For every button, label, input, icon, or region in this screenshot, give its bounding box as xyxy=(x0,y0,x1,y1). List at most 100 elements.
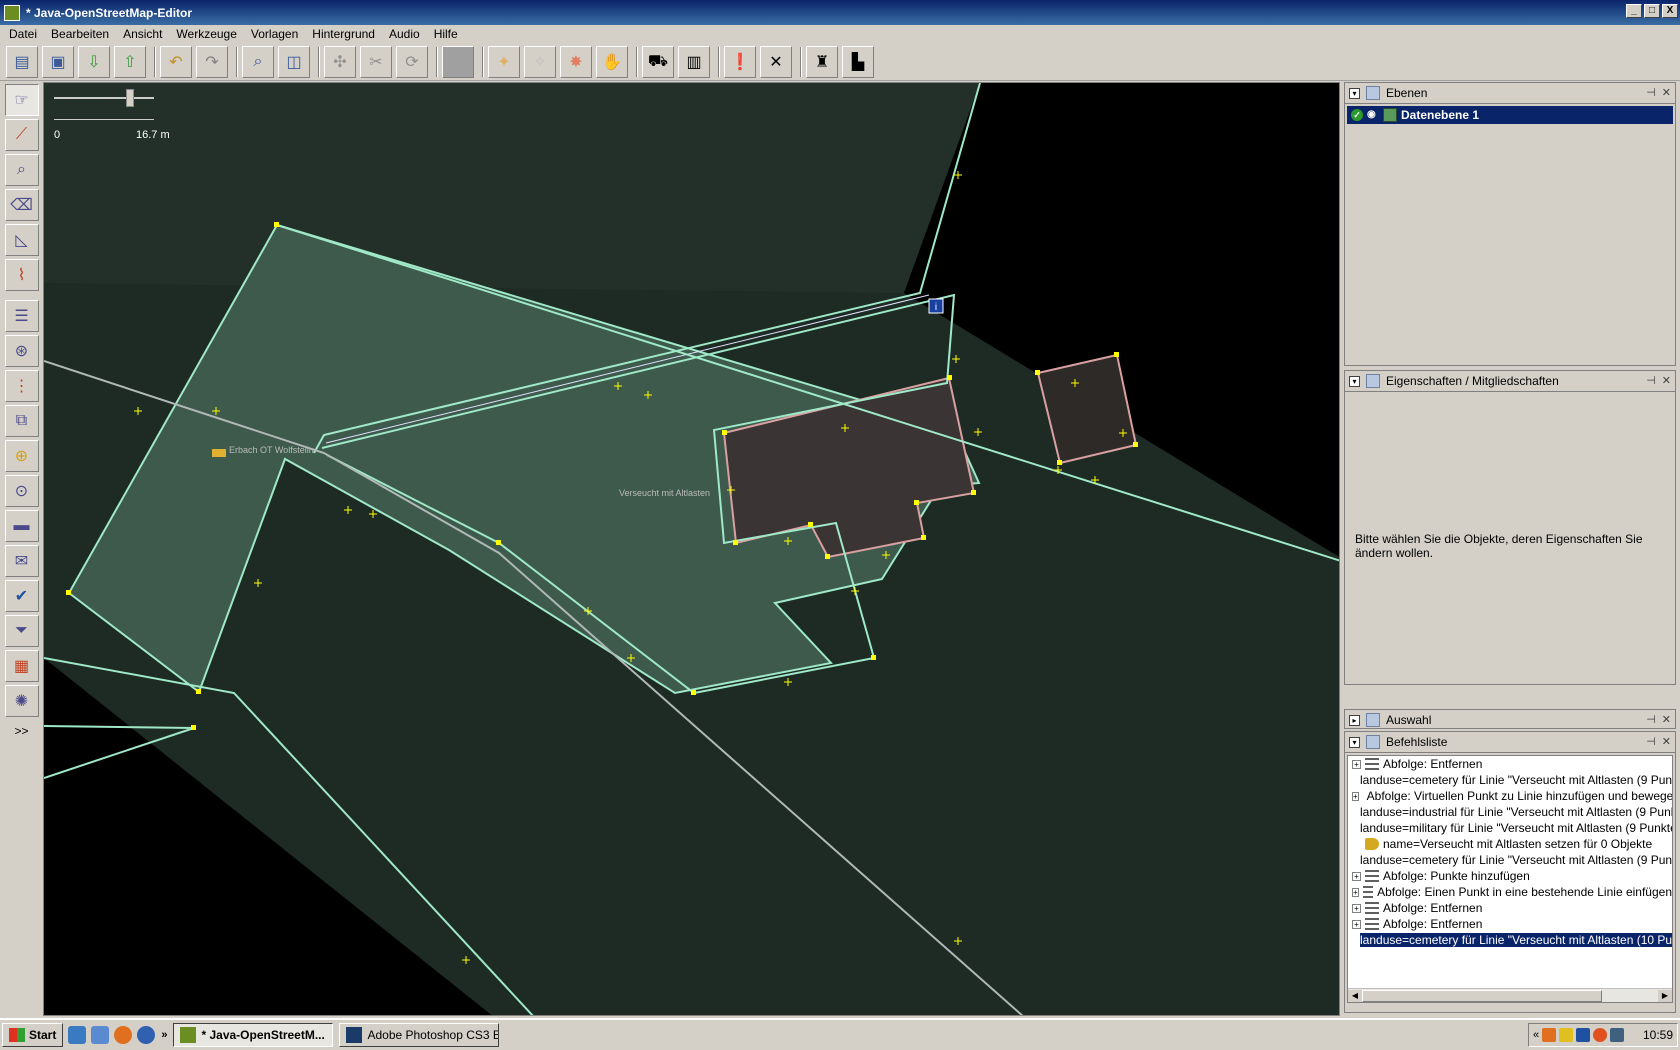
draw-icon[interactable]: ⟋ xyxy=(4,119,39,151)
delete-icon[interactable]: ⌫ xyxy=(4,189,39,221)
select-icon[interactable]: ☞ xyxy=(4,84,39,116)
expand-icon[interactable]: + xyxy=(1352,871,1361,881)
shield-icon[interactable] xyxy=(1559,1028,1574,1042)
command-row[interactable]: + Abfolge: Entfernen xyxy=(1348,756,1672,772)
history-icon[interactable]: ⊕ xyxy=(4,440,39,472)
tray-more[interactable]: « xyxy=(1533,1029,1539,1041)
cross-icon[interactable]: ✕ xyxy=(760,45,792,78)
save-icon[interactable]: ▣ xyxy=(42,45,74,78)
menu-vorlagen[interactable]: Vorlagen xyxy=(244,27,305,41)
scale-slider[interactable]: 0 16.7 m xyxy=(54,89,174,141)
map-view[interactable]: i 0 16.7 m Erbach OT Wolfsteiin Verseuch… xyxy=(43,82,1340,1016)
map-node[interactable] xyxy=(191,725,196,730)
quicklaunch-more[interactable]: » xyxy=(161,1029,167,1041)
map-node[interactable] xyxy=(733,540,738,545)
command-row[interactable]: + Abfolge: Entfernen xyxy=(1348,900,1672,916)
redo-icon[interactable]: ↷ xyxy=(196,45,228,78)
properties-panel-header[interactable]: ▾ Eigenschaften / Mitgliedschaften ⊣ ✕ xyxy=(1345,371,1675,391)
command-row[interactable]: + Abfolge: Virtuellen Punkt zu Linie hinz… xyxy=(1348,788,1672,804)
factory-icon[interactable]: ▙ xyxy=(842,45,874,78)
update-icon[interactable] xyxy=(1593,1028,1608,1042)
landuse-area-dark[interactable] xyxy=(44,83,980,293)
palette-icon[interactable]: ✺ xyxy=(4,685,39,717)
firefox-icon[interactable] xyxy=(114,1026,133,1044)
improve-way-icon[interactable]: ⌇ xyxy=(4,259,39,291)
task-josm[interactable]: * Java-OpenStreetM... xyxy=(173,1023,334,1047)
map-node[interactable] xyxy=(66,590,71,595)
pin-icon[interactable]: ⊣ xyxy=(1646,713,1656,726)
map-node[interactable] xyxy=(1114,352,1119,357)
scroll-thumb[interactable] xyxy=(1362,990,1602,1002)
map-node[interactable] xyxy=(1133,442,1138,447)
layer-item[interactable]: ✓ ◉ Datenebene 1 xyxy=(1347,106,1673,124)
more-tools-button[interactable]: >> xyxy=(14,724,28,738)
expand-icon[interactable]: + xyxy=(1352,903,1361,913)
menu-werkzeuge[interactable]: Werkzeuge xyxy=(169,27,243,41)
map-node[interactable] xyxy=(196,689,201,694)
message-icon[interactable]: ✉ xyxy=(4,545,39,577)
undo-icon[interactable]: ↶ xyxy=(160,45,192,78)
network-icon[interactable] xyxy=(1610,1028,1625,1042)
map-node[interactable] xyxy=(808,522,813,527)
visibility-eye-icon[interactable]: ◉ xyxy=(1367,110,1379,120)
map-node[interactable] xyxy=(921,535,926,540)
close-button[interactable]: X xyxy=(1662,4,1678,18)
tray-app-icon[interactable] xyxy=(1542,1028,1557,1042)
node-icon[interactable]: ✦ xyxy=(488,45,520,78)
scroll-right-icon[interactable]: ▶ xyxy=(1658,990,1672,1002)
ie-icon[interactable] xyxy=(68,1026,87,1044)
tag-icon[interactable]: ⊛ xyxy=(4,335,39,367)
command-row[interactable]: + Abfolge: Einen Punkt in eine bestehende… xyxy=(1348,884,1672,900)
validate-icon[interactable]: ✔ xyxy=(4,580,39,612)
split-way-icon[interactable]: ✂ xyxy=(360,45,392,78)
task-photoshop[interactable]: Adobe Photoshop CS3 E... xyxy=(339,1023,500,1047)
selection-list-icon[interactable]: ⋮ xyxy=(4,370,39,402)
collapse-toggle[interactable]: ▾ xyxy=(1349,87,1360,99)
map-node[interactable] xyxy=(871,655,876,660)
refresh-icon[interactable]: ⟳ xyxy=(396,45,428,78)
zone-icon[interactable] xyxy=(1576,1028,1591,1042)
zoom-slider-thumb[interactable] xyxy=(126,89,134,107)
delete-icon[interactable]: ✸ xyxy=(560,45,592,78)
car-icon[interactable]: ⛟ xyxy=(642,45,674,78)
expand-icon[interactable]: + xyxy=(1352,759,1361,769)
command-row[interactable]: landuse=cemetery für Linie "Verseucht mi… xyxy=(1348,932,1672,948)
close-icon[interactable]: ✕ xyxy=(1662,735,1671,748)
map-node[interactable] xyxy=(691,690,696,695)
map-node[interactable] xyxy=(914,500,919,505)
command-row[interactable]: + Abfolge: Punkte hinzufügen xyxy=(1348,868,1672,884)
close-icon[interactable]: ✕ xyxy=(1662,374,1671,387)
browser-icon[interactable] xyxy=(137,1026,156,1044)
command-row[interactable]: landuse=cemetery für Linie "Verseucht mi… xyxy=(1348,852,1672,868)
close-icon[interactable]: ✕ xyxy=(1662,86,1671,99)
download-icon[interactable]: ⇩ xyxy=(78,45,110,78)
pin-icon[interactable]: ⊣ xyxy=(1646,374,1656,387)
collapse-toggle[interactable]: ▾ xyxy=(1349,375,1360,387)
expand-icon[interactable]: + xyxy=(1352,791,1359,801)
hand-icon[interactable]: ✋ xyxy=(596,45,628,78)
close-icon[interactable]: ✕ xyxy=(1662,713,1671,726)
command-list-panel-header[interactable]: ▾ Befehlsliste ⊣ ✕ xyxy=(1345,732,1675,752)
map-node[interactable] xyxy=(496,540,501,545)
menu-hilfe[interactable]: Hilfe xyxy=(427,27,465,41)
map-node[interactable] xyxy=(971,490,976,495)
upload-icon[interactable]: ⇧ xyxy=(114,45,146,78)
warning-icon[interactable]: ❗ xyxy=(724,45,756,78)
conflict-icon[interactable]: ⊙ xyxy=(4,475,39,507)
castle-icon[interactable]: ♜ xyxy=(806,45,838,78)
info-icon[interactable]: ◫ xyxy=(278,45,310,78)
maximize-button[interactable]: □ xyxy=(1644,4,1660,18)
desktop-icon[interactable] xyxy=(91,1026,110,1044)
command-list[interactable]: + Abfolge: Entfernen landuse=cemetery für … xyxy=(1347,755,1673,1003)
map-node[interactable] xyxy=(722,430,727,435)
map-node[interactable] xyxy=(1035,370,1040,375)
menu-bearbeiten[interactable]: Bearbeiten xyxy=(44,27,116,41)
map-node[interactable] xyxy=(1057,460,1062,465)
horizontal-scrollbar[interactable]: ◀ ▶ xyxy=(1348,988,1672,1002)
map-node[interactable] xyxy=(274,222,279,227)
selection-panel-header[interactable]: ▸ Auswahl ⊣ ✕ xyxy=(1345,710,1675,730)
map-canvas[interactable]: i xyxy=(44,83,1340,1016)
package-icon[interactable]: ▦ xyxy=(4,650,39,682)
layers-panel-header[interactable]: ▾ Ebenen ⊣ ✕ xyxy=(1345,83,1675,103)
menu-audio[interactable]: Audio xyxy=(382,27,427,41)
